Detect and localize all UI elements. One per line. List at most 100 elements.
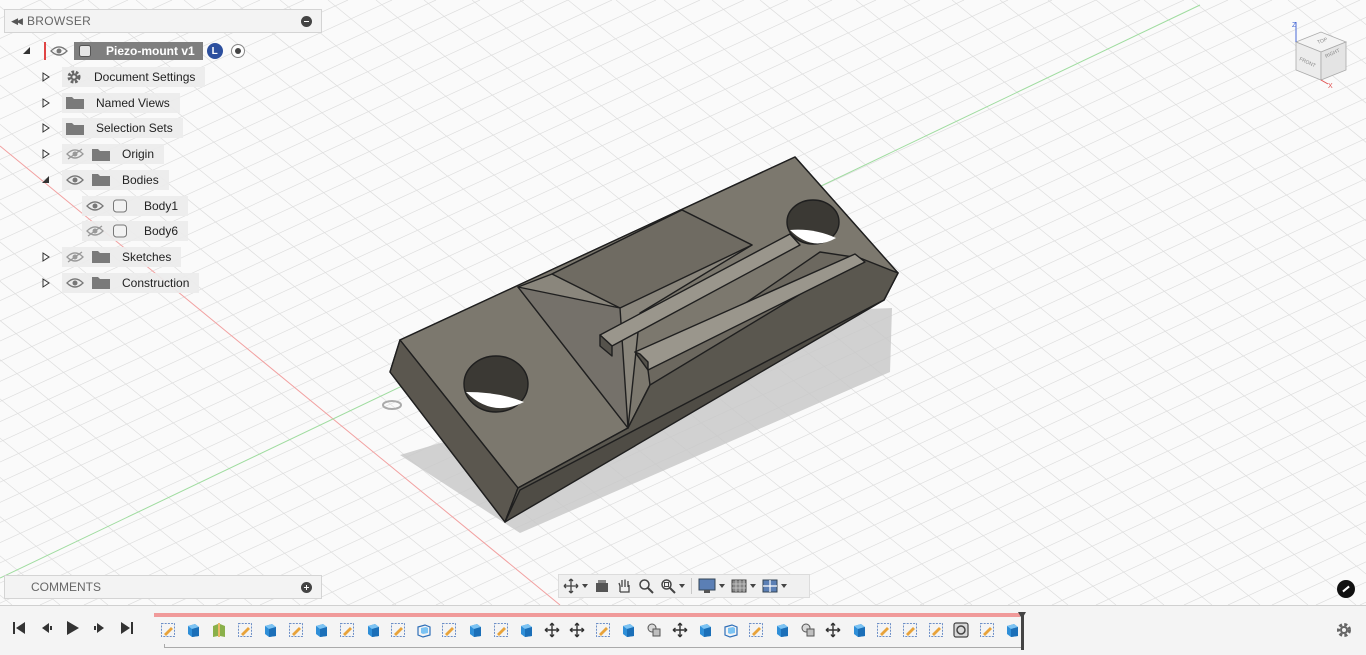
browser-node[interactable]: Sketches xyxy=(62,246,182,267)
add-comment-button[interactable] xyxy=(301,581,312,593)
timeline-sketch-icon[interactable] xyxy=(385,621,411,639)
timeline-sketch-icon[interactable] xyxy=(334,621,360,639)
timeline-progress[interactable] xyxy=(154,613,1020,617)
timeline-sketch-icon[interactable] xyxy=(590,621,616,639)
browser-node[interactable]: Named Views xyxy=(62,92,180,113)
timeline-sketch-icon[interactable] xyxy=(283,621,309,639)
browser-item-body1[interactable]: Body1 xyxy=(82,195,189,217)
browser-item-sketches[interactable]: Sketches xyxy=(62,246,182,268)
browser-item-selection-sets[interactable]: Selection Sets xyxy=(62,117,183,139)
look-at-tool[interactable] xyxy=(594,576,610,596)
collapse-triangle-icon[interactable] xyxy=(41,175,51,185)
timeline-box-icon[interactable] xyxy=(411,621,437,639)
component-chip[interactable]: Piezo-mount v1 xyxy=(74,42,203,60)
timeline-extrude-icon[interactable] xyxy=(257,621,283,639)
timeline-combine-icon[interactable] xyxy=(641,621,667,639)
timeline-move-icon[interactable] xyxy=(667,621,693,639)
expand-triangle-icon[interactable] xyxy=(41,277,51,288)
timeline-sketch-icon[interactable] xyxy=(488,621,514,639)
browser-node[interactable]: Selection Sets xyxy=(62,118,183,139)
timeline-move-icon[interactable] xyxy=(539,621,565,639)
browser-node[interactable]: Construction xyxy=(62,272,200,293)
browser-node[interactable]: Bodies xyxy=(62,169,169,190)
timeline-move-icon[interactable] xyxy=(565,621,591,639)
timeline-extrude-icon[interactable] xyxy=(616,621,642,639)
grid-line xyxy=(1095,0,1366,222)
eye-visible-icon[interactable] xyxy=(66,277,84,289)
timeline-extrude-icon[interactable] xyxy=(181,621,207,639)
browser-item-label: Document Settings xyxy=(94,70,196,84)
eye-visible-icon[interactable] xyxy=(50,45,68,57)
timeline-sketch-icon[interactable] xyxy=(155,621,181,639)
timeline-extrude-icon[interactable] xyxy=(360,621,386,639)
browser-node[interactable]: Body6 xyxy=(82,221,189,242)
minimize-browser-button[interactable] xyxy=(301,15,312,27)
timeline-extrude-icon[interactable] xyxy=(513,621,539,639)
first-step-button[interactable] xyxy=(10,619,28,637)
expand-triangle-icon[interactable] xyxy=(41,149,51,160)
timeline-sketch-icon[interactable] xyxy=(923,621,949,639)
play-button[interactable] xyxy=(64,619,82,637)
browser-item-label: Body1 xyxy=(144,198,179,213)
timeline-extrude-icon[interactable] xyxy=(769,621,795,639)
timeline-extrude-icon[interactable] xyxy=(309,621,335,639)
browser-node[interactable]: Body1 xyxy=(82,195,189,216)
collapse-panel-icon[interactable]: ◀◀ xyxy=(5,16,27,27)
timeline-extrude-icon[interactable] xyxy=(462,621,488,639)
expand-triangle-icon[interactable] xyxy=(41,123,51,134)
timeline-sketch-icon[interactable] xyxy=(744,621,770,639)
eye-hidden-icon[interactable] xyxy=(86,225,104,237)
orbit-tool[interactable] xyxy=(563,576,588,596)
browser-panel-header[interactable]: ◀◀ BROWSER xyxy=(4,9,322,33)
browser-item-named-views[interactable]: Named Views xyxy=(62,92,180,114)
timeline-sketch-icon[interactable] xyxy=(872,621,898,639)
eye-hidden-icon[interactable] xyxy=(66,148,84,160)
timeline-box-icon[interactable] xyxy=(718,621,744,639)
browser-item-construction[interactable]: Construction xyxy=(62,272,200,294)
timeline-move-icon[interactable] xyxy=(820,621,846,639)
timeline-extrude-icon[interactable] xyxy=(846,621,872,639)
eye-visible-icon[interactable] xyxy=(86,200,104,212)
timeline-sketch-icon[interactable] xyxy=(897,621,923,639)
timeline-marker[interactable] xyxy=(1018,612,1026,650)
browser-item-document-settings[interactable]: Document Settings xyxy=(62,66,206,88)
browser-node[interactable]: Document Settings xyxy=(62,67,206,87)
timeline-extrude-icon[interactable] xyxy=(692,621,718,639)
expand-triangle-icon[interactable] xyxy=(41,97,51,108)
next-step-button[interactable] xyxy=(91,619,109,637)
canvas-viewport[interactable]: TOP FRONT RIGHT Z X xyxy=(0,0,1366,605)
timeline-combine-icon[interactable] xyxy=(795,621,821,639)
viewports-tool[interactable] xyxy=(762,576,787,596)
timeline-split-icon[interactable] xyxy=(206,621,232,639)
fit-tool[interactable] xyxy=(660,576,685,596)
folder-icon xyxy=(66,96,84,110)
link-badge[interactable]: L xyxy=(206,43,223,59)
grid-tool[interactable] xyxy=(731,576,756,596)
timeline-settings-gear-icon[interactable] xyxy=(1335,621,1353,639)
eye-hidden-icon[interactable] xyxy=(66,251,84,263)
browser-item-body6[interactable]: Body6 xyxy=(82,220,189,242)
timeline-sketch-icon[interactable] xyxy=(974,621,1000,639)
browser-item-bodies[interactable]: Bodies xyxy=(62,169,169,191)
root-component[interactable]: Piezo-mount v1 L xyxy=(44,41,245,61)
comments-panel-header[interactable]: COMMENTS xyxy=(4,575,322,599)
timeline-sketch-icon[interactable] xyxy=(437,621,463,639)
timeline-section-icon[interactable] xyxy=(948,621,974,639)
zoom-tool[interactable] xyxy=(638,576,654,596)
view-cube[interactable]: TOP FRONT RIGHT Z X xyxy=(1288,20,1354,90)
browser-item-origin[interactable]: Origin xyxy=(62,143,165,165)
model-scene[interactable] xyxy=(0,0,1366,605)
last-step-button[interactable] xyxy=(118,619,136,637)
browser-item-label: Selection Sets xyxy=(96,121,173,136)
browser-node[interactable]: Origin xyxy=(62,144,165,165)
expand-triangle-icon[interactable] xyxy=(41,251,51,262)
pan-tool[interactable] xyxy=(616,576,632,596)
activate-radio[interactable] xyxy=(230,44,245,58)
previous-step-button[interactable] xyxy=(37,619,55,637)
expand-triangle-icon[interactable] xyxy=(41,72,51,82)
display-settings-tool[interactable] xyxy=(698,576,725,596)
timeline-sketch-icon[interactable] xyxy=(232,621,258,639)
expand-root-triangle-icon[interactable] xyxy=(22,46,32,56)
grid-line xyxy=(1287,0,1366,65)
eye-visible-icon[interactable] xyxy=(66,174,84,186)
